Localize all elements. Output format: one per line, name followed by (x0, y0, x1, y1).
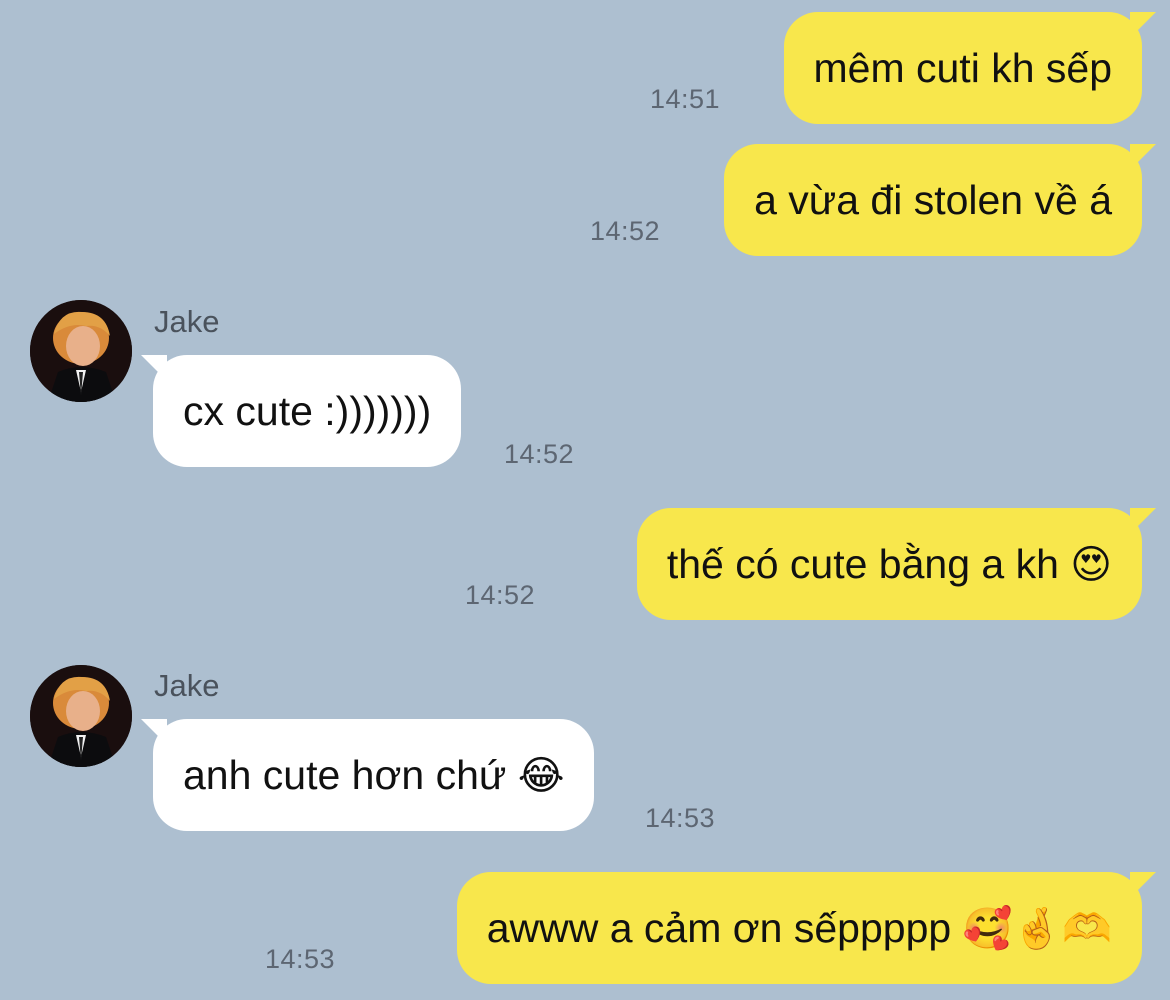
message-timestamp: 14:52 (590, 216, 661, 246)
message-timestamp: 14:53 (265, 944, 336, 974)
profile-photo-icon (30, 665, 132, 767)
message-text: anh cute hơn chứ (183, 752, 507, 798)
avatar[interactable] (30, 665, 132, 767)
sender-name: Jake (154, 668, 220, 703)
profile-photo-icon (30, 300, 132, 402)
message-timestamp: 14:52 (465, 580, 536, 610)
outgoing-message-bubble[interactable]: mêm cuti kh sếp (783, 12, 1156, 124)
outgoing-message-bubble[interactable]: a vừa đi stolen về á (724, 144, 1156, 256)
message-text: cx cute :))))))) (183, 388, 432, 434)
incoming-message-bubble[interactable]: anh cute hơn chứ 😂 (140, 719, 595, 831)
message-text: a vừa đi stolen về á (754, 177, 1112, 223)
laughing-tears-emoji-icon: 😂 (517, 753, 565, 799)
smiling-hearts-emoji-icon: 🥰🤞🫶 (962, 906, 1112, 952)
chat-area: 14:51 mêm cuti kh sếp 14:52 a vừa đi sto… (0, 0, 1170, 1000)
sender-name: Jake (154, 304, 220, 339)
outgoing-message-bubble[interactable]: thế có cute bằng a kh 😍 (636, 508, 1157, 620)
message-timestamp: 14:51 (650, 84, 721, 114)
outgoing-message-bubble[interactable]: awww a cảm ơn sếppppp 🥰🤞🫶 (456, 872, 1157, 984)
message-text: mêm cuti kh sếp (813, 45, 1113, 91)
message-text: awww a cảm ơn sếppppp (486, 905, 952, 951)
message-text: thế có cute bằng a kh (666, 541, 1059, 587)
message-timestamp: 14:53 (645, 803, 716, 833)
avatar[interactable] (30, 300, 132, 402)
message-timestamp: 14:52 (504, 439, 575, 469)
heart-eyes-emoji-icon: 😍 (1070, 542, 1112, 588)
incoming-message-bubble[interactable]: cx cute :))))))) (140, 355, 462, 467)
